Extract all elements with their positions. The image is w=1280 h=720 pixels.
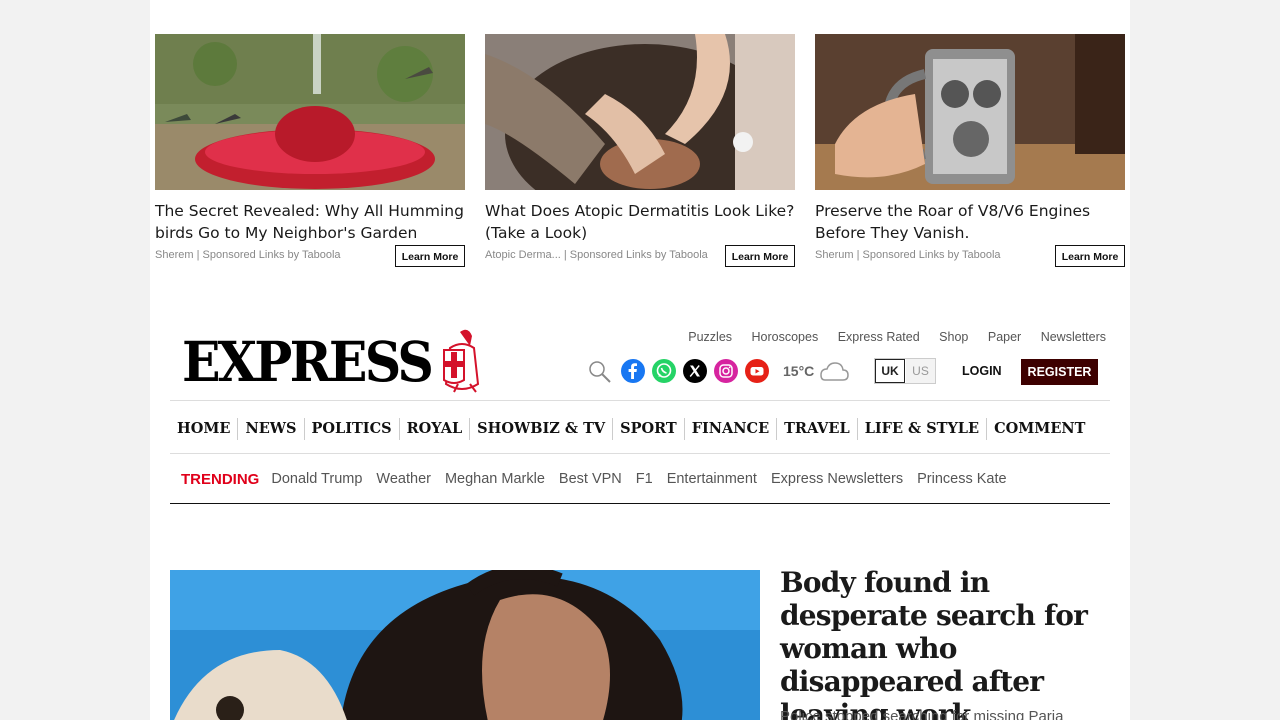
trending-item[interactable]: Entertainment [667, 471, 757, 487]
sponsored-brand: Sherem [155, 249, 194, 261]
sponsored-title[interactable]: The Secret Revealed: Why All Hummingbird… [155, 200, 465, 244]
nav-sport[interactable]: SPORT [612, 418, 684, 440]
region-us-button[interactable]: US [906, 359, 935, 383]
nav-life-style[interactable]: LIFE & STYLE [856, 418, 986, 440]
cloud-icon [820, 362, 849, 381]
divider [170, 400, 1110, 401]
facebook-icon[interactable] [621, 359, 645, 383]
whatsapp-icon[interactable] [652, 359, 676, 383]
page: The Secret Revealed: Why All Hummingbird… [150, 0, 1130, 720]
nav-politics[interactable]: POLITICS [303, 418, 399, 440]
trending-bar: TRENDING Donald Trump Weather Meghan Mar… [181, 468, 1021, 490]
sponsored-source: Sponsored Links by Taboola [202, 249, 341, 261]
sponsored-card[interactable]: What Does Atopic Dermatitis Look Like? (… [485, 34, 795, 267]
sponsored-brand: Atopic Derma... [485, 249, 561, 261]
top-link-shop[interactable]: Shop [939, 330, 968, 344]
sponsored-meta: Atopic Derma... | Sponsored Links by Tab… [485, 249, 708, 261]
top-links: Puzzles Horoscopes Express Rated Shop Pa… [672, 330, 1106, 344]
trending-item[interactable]: F1 [636, 471, 653, 487]
x-icon[interactable] [683, 359, 707, 383]
register-button[interactable]: REGISTER [1021, 359, 1098, 385]
lead-story-image[interactable] [170, 570, 760, 720]
engine-mug-image[interactable] [815, 34, 1125, 190]
top-link-paper[interactable]: Paper [988, 330, 1021, 344]
sponsored-source: Sponsored Links by Taboola [862, 249, 1001, 261]
express-logo[interactable]: EXPRESS [182, 328, 482, 394]
top-link-newsletters[interactable]: Newsletters [1041, 330, 1106, 344]
nav-travel[interactable]: TRAVEL [776, 418, 857, 440]
learn-more-button[interactable]: Learn More [395, 245, 465, 267]
main-nav: HOME NEWS POLITICS ROYAL SHOWBIZ & TV SP… [170, 418, 1092, 440]
nav-finance[interactable]: FINANCE [683, 418, 776, 440]
search-icon[interactable] [588, 360, 612, 384]
lead-headline[interactable]: Body found in desperate search for woman… [780, 566, 1120, 720]
nav-home[interactable]: HOME [170, 418, 237, 440]
divider [170, 453, 1110, 454]
trending-label: TRENDING [181, 470, 260, 488]
top-link-puzzles[interactable]: Puzzles [688, 330, 732, 344]
sponsored-card[interactable]: Preserve the Roar of V8/V6 Engines Befor… [815, 34, 1125, 267]
divider [170, 503, 1110, 504]
logo-wordmark: EXPRESS [182, 329, 434, 394]
top-link-horoscopes[interactable]: Horoscopes [752, 330, 819, 344]
learn-more-button[interactable]: Learn More [1055, 245, 1125, 267]
scalp-image[interactable] [485, 34, 795, 190]
sponsored-meta: Sherum | Sponsored Links by Taboola [815, 249, 1001, 261]
login-link[interactable]: LOGIN [962, 364, 1002, 378]
nav-comment[interactable]: COMMENT [986, 418, 1092, 440]
sponsored-brand: Sherum [815, 249, 854, 261]
trending-item[interactable]: Best VPN [559, 471, 622, 487]
region-uk-button[interactable]: UK [875, 359, 905, 383]
learn-more-button[interactable]: Learn More [725, 245, 795, 267]
hummingbird-feeder-image[interactable] [155, 34, 465, 190]
nav-news[interactable]: NEWS [237, 418, 303, 440]
sponsored-title[interactable]: What Does Atopic Dermatitis Look Like? (… [485, 200, 795, 244]
sponsored-meta: Sherem | Sponsored Links by Taboola [155, 249, 341, 261]
instagram-icon[interactable] [714, 359, 738, 383]
sponsored-title[interactable]: Preserve the Roar of V8/V6 Engines Befor… [815, 200, 1125, 244]
sponsored-card[interactable]: The Secret Revealed: Why All Hummingbird… [155, 34, 465, 267]
sponsored-source: Sponsored Links by Taboola [569, 249, 708, 261]
nav-showbiz[interactable]: SHOWBIZ & TV [469, 418, 612, 440]
trending-item[interactable]: Meghan Markle [445, 471, 545, 487]
temperature: 15°C [783, 363, 815, 379]
nav-royal[interactable]: ROYAL [398, 418, 470, 440]
region-switch: UK US [874, 358, 936, 384]
top-link-express-rated[interactable]: Express Rated [838, 330, 920, 344]
crusader-crest-icon [443, 329, 480, 393]
trending-item[interactable]: Weather [376, 471, 431, 487]
trending-item[interactable]: Donald Trump [271, 471, 362, 487]
trending-item[interactable]: Express Newsletters [771, 471, 903, 487]
lead-standfirst: Police stopped searching for missing Par… [780, 708, 1064, 720]
youtube-icon[interactable] [745, 359, 769, 383]
trending-item[interactable]: Princess Kate [917, 471, 1006, 487]
